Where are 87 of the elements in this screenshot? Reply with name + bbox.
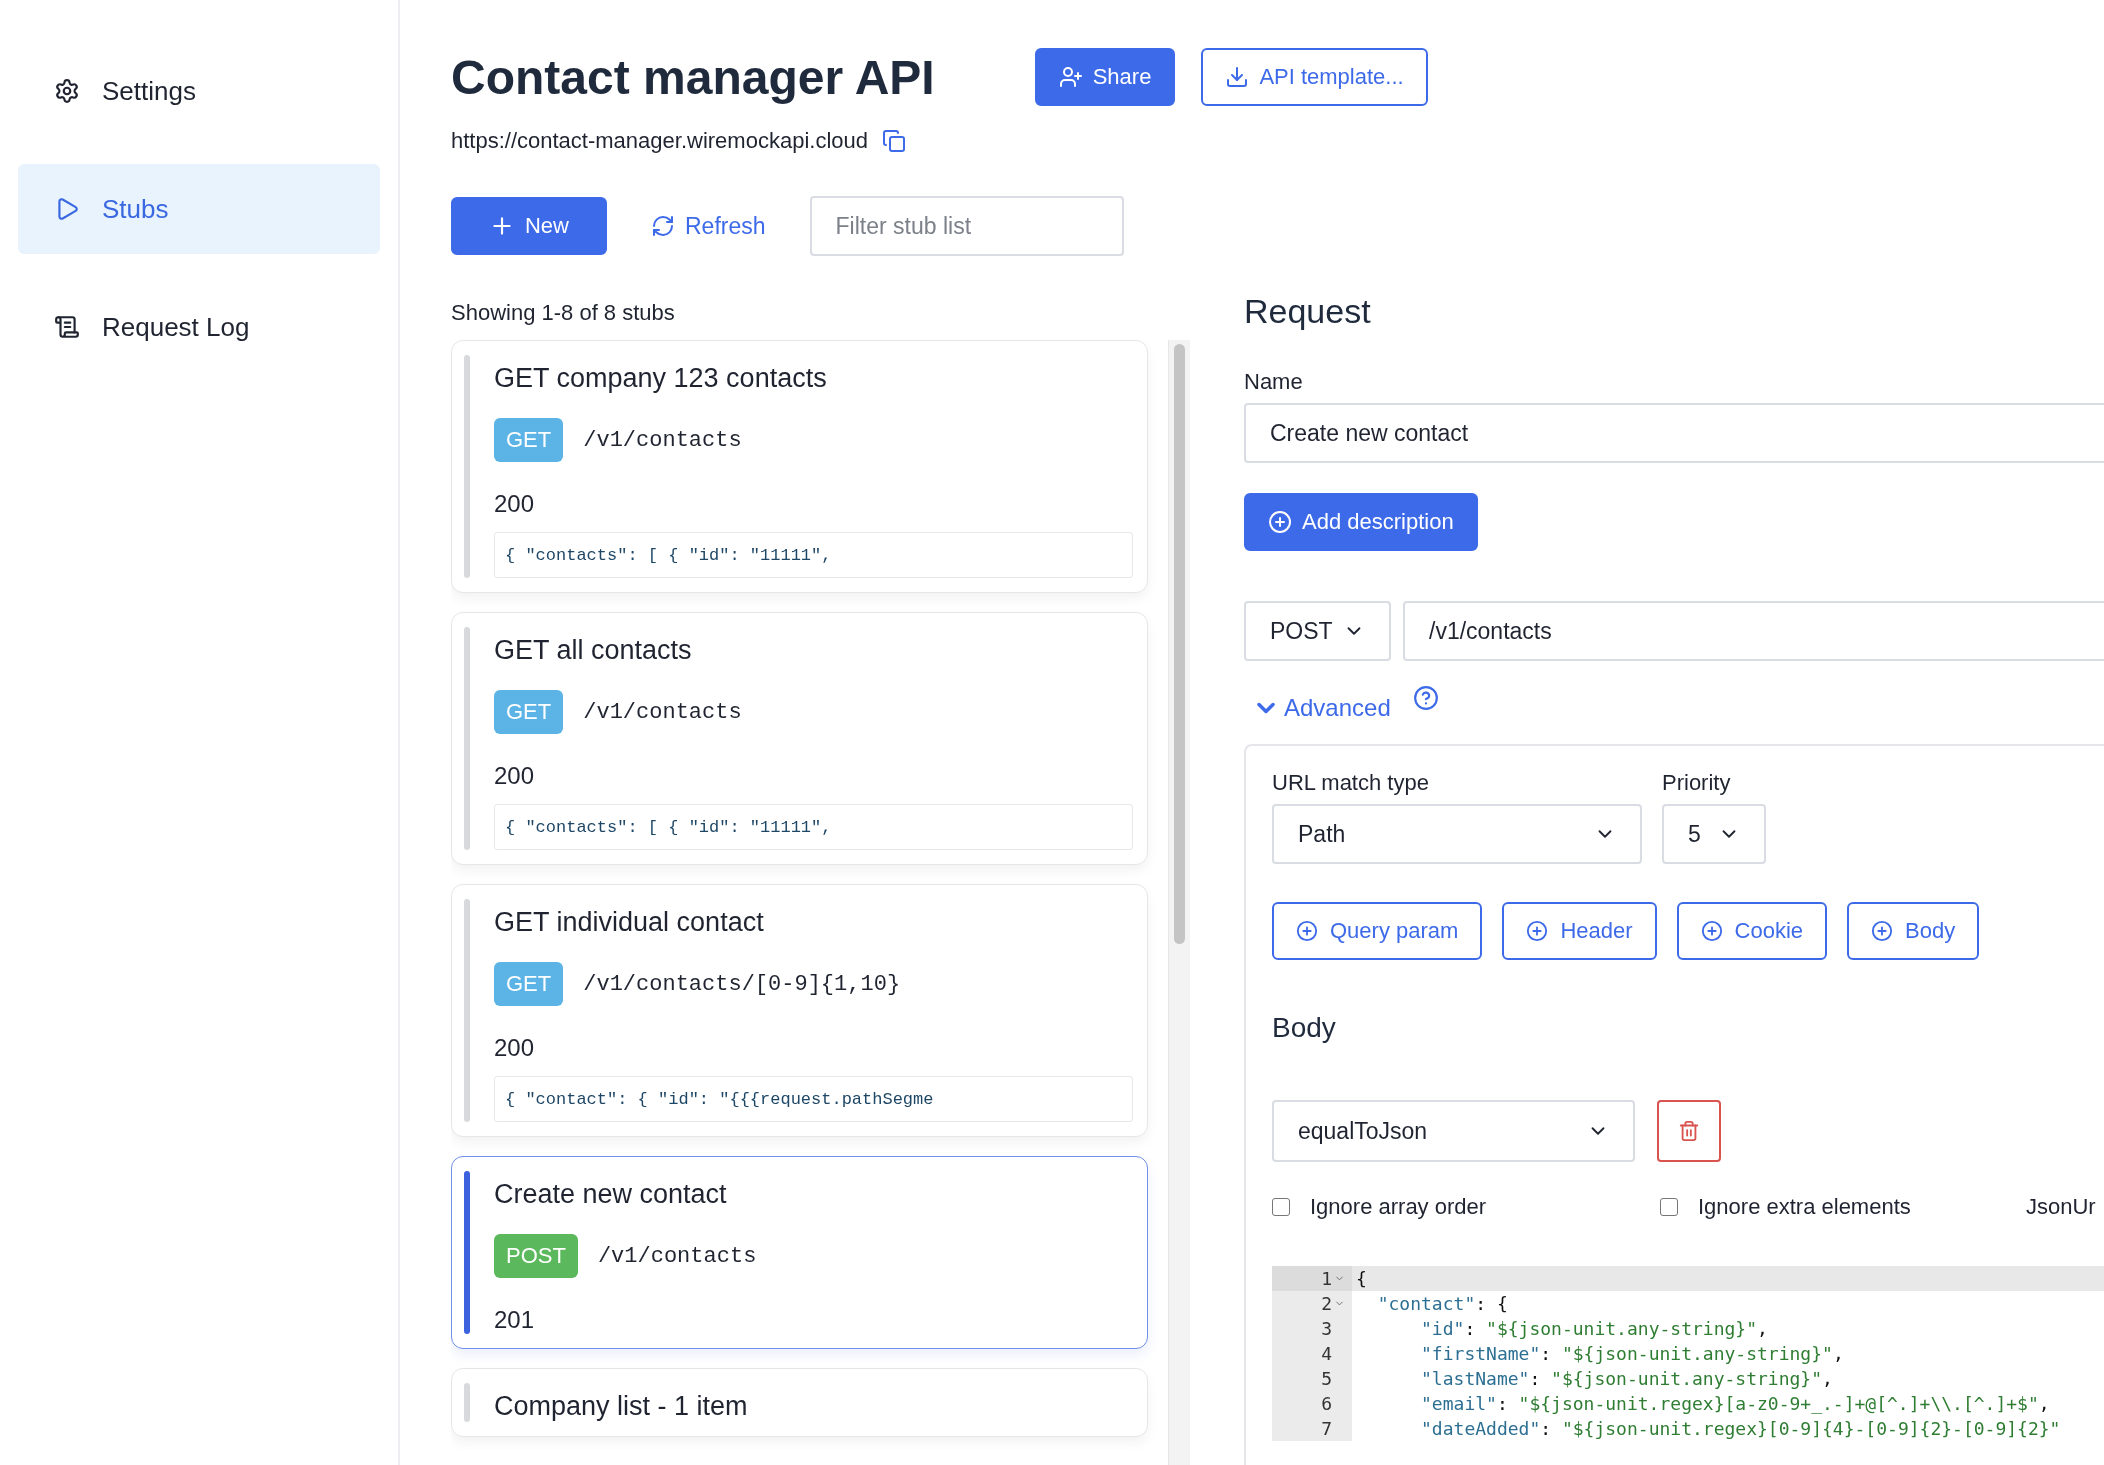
url-match-select[interactable]: Path [1272, 804, 1642, 864]
method-badge: POST [494, 1234, 578, 1278]
body-matcher-select[interactable]: equalToJson [1272, 1100, 1635, 1162]
stub-name: Create new contact [494, 1179, 728, 1210]
code-line: "firstName": "${json-unit.any-string}", [1420, 1343, 1844, 1364]
section-heading: Body [1272, 1012, 1337, 1044]
method-badge: GET [494, 962, 564, 1006]
stub-path: /v1/contacts/[0-9]{1,10} [583, 971, 901, 997]
field-label: Priority [1662, 770, 1732, 796]
priority-select[interactable]: 5 [1662, 804, 1766, 864]
page-title: Contact manager API [451, 49, 935, 105]
filter-field[interactable]: Filter stub list [809, 196, 1124, 256]
code-line: { [1355, 1268, 1367, 1289]
body-preview: { "contact": { "id": "{{{request.pathSegme [494, 1076, 1133, 1122]
status-code: 200 [494, 762, 536, 790]
stub-card[interactable]: GET individual contact GET /v1/contacts/[0-9]{1,10} 200 { "contact": { "id": "{{{request.pathSegme [451, 884, 1148, 1137]
field-label: URL match type [1272, 770, 1430, 796]
code-line: "id": "${json-unit.any-string}", [1420, 1318, 1768, 1339]
delete-button[interactable] [1657, 1100, 1721, 1162]
field-label: Name [1244, 369, 1304, 395]
sidebar-item[interactable]: Request Log [18, 282, 380, 372]
add-icon [1526, 920, 1549, 942]
help-icon[interactable] [1412, 685, 1439, 711]
stub-path: /v1/contacts [597, 1243, 757, 1269]
settings-icon [54, 78, 80, 104]
stub-card[interactable]: GET company 123 contacts GET /v1/contacts 200 { "contacts": [ { "id": "11111", [451, 340, 1148, 593]
share-button[interactable]: Share [1034, 48, 1176, 106]
line-number: 7 [1321, 1418, 1332, 1439]
path-field[interactable]: /v1/contacts [1403, 601, 2104, 661]
add-matcher-button[interactable]: Header [1502, 902, 1657, 960]
stub-path: /v1/contacts [583, 427, 742, 453]
add-matcher-button[interactable]: Cookie [1676, 902, 1828, 960]
section-heading: Request [1244, 292, 1372, 331]
stub-card[interactable]: Company list - 1 item [451, 1368, 1148, 1437]
stub-count: Showing 1-8 of 8 stubs [451, 300, 676, 326]
api-url: https://contact-manager.wiremockapi.cloud [451, 128, 868, 154]
checkbox[interactable] [1660, 1198, 1678, 1216]
checkbox[interactable] [1272, 1198, 1290, 1216]
line-number: 1 [1321, 1268, 1332, 1289]
option-label: JsonUr [2026, 1194, 2096, 1220]
api-template-button[interactable]: API template... [1201, 48, 1428, 106]
refresh-icon [651, 214, 675, 238]
status-code: 201 [494, 1306, 536, 1334]
method-badge: GET [494, 690, 564, 734]
code-line: "lastName": "${json-unit.any-string}", [1420, 1368, 1833, 1389]
body-preview: { "contacts": [ { "id": "11111", [494, 532, 1133, 578]
stub-name: GET company 123 contacts [494, 363, 828, 394]
code-line: "dateAdded": "${json-unit.regex}[0-9]{4}-[0-9]{2}-[0-9]{2}" [1420, 1418, 2061, 1439]
sidebar-item[interactable]: Settings [18, 46, 380, 136]
name-field[interactable]: Create new contact [1244, 403, 2104, 463]
add-matcher-button[interactable]: Query param [1272, 902, 1483, 960]
stub-card[interactable]: GET all contacts GET /v1/contacts 200 { "contacts": [ { "id": "11111", [451, 612, 1148, 865]
status-code: 200 [494, 490, 536, 518]
line-number: 6 [1321, 1393, 1332, 1414]
add-description-button[interactable]: Add description [1244, 493, 1478, 551]
stub-name: GET all contacts [494, 635, 693, 666]
method-select[interactable]: POST [1244, 601, 1391, 661]
add-matcher-button[interactable]: Body [1847, 902, 1980, 960]
option-label: Ignore array order [1310, 1194, 1487, 1220]
stub-card[interactable]: Create new contact POST /v1/contacts 201 [451, 1156, 1148, 1349]
add-icon [1700, 920, 1723, 942]
line-number: 2 [1321, 1293, 1332, 1314]
scrollbar[interactable] [1168, 340, 1190, 1465]
add-icon [1268, 510, 1292, 534]
code-line: "contact": { [1376, 1293, 1508, 1314]
refresh-button[interactable]: Refresh [651, 212, 766, 240]
sidebar-item[interactable]: Stubs [18, 164, 380, 254]
line-number: 4 [1321, 1343, 1332, 1364]
add-icon [1296, 920, 1318, 942]
new-button[interactable]: New [451, 197, 607, 255]
stub-name: Company list - 1 item [494, 1391, 749, 1422]
status-code: 200 [494, 1034, 536, 1062]
option-label: Ignore extra elements [1698, 1194, 1911, 1220]
trash-icon [1678, 1120, 1700, 1142]
advanced-toggle[interactable]: Advanced [1244, 694, 1399, 722]
body-preview: { "contacts": [ { "id": "11111", [494, 804, 1133, 850]
stub-path: /v1/contacts [583, 699, 742, 725]
code-line: "email": "${json-unit.regex}[a-z0-9+_.-]+@[^.]+\\.[^.]+$", [1420, 1393, 2050, 1414]
method-badge: GET [494, 418, 564, 462]
add-icon [1871, 920, 1894, 942]
document-icon [54, 314, 80, 340]
add-user-icon [1058, 65, 1083, 89]
download-icon [1225, 65, 1250, 89]
copy-icon[interactable] [882, 129, 906, 153]
stub-name: GET individual contact [494, 907, 765, 938]
line-number: 3 [1321, 1318, 1332, 1339]
line-number: 5 [1321, 1368, 1332, 1389]
